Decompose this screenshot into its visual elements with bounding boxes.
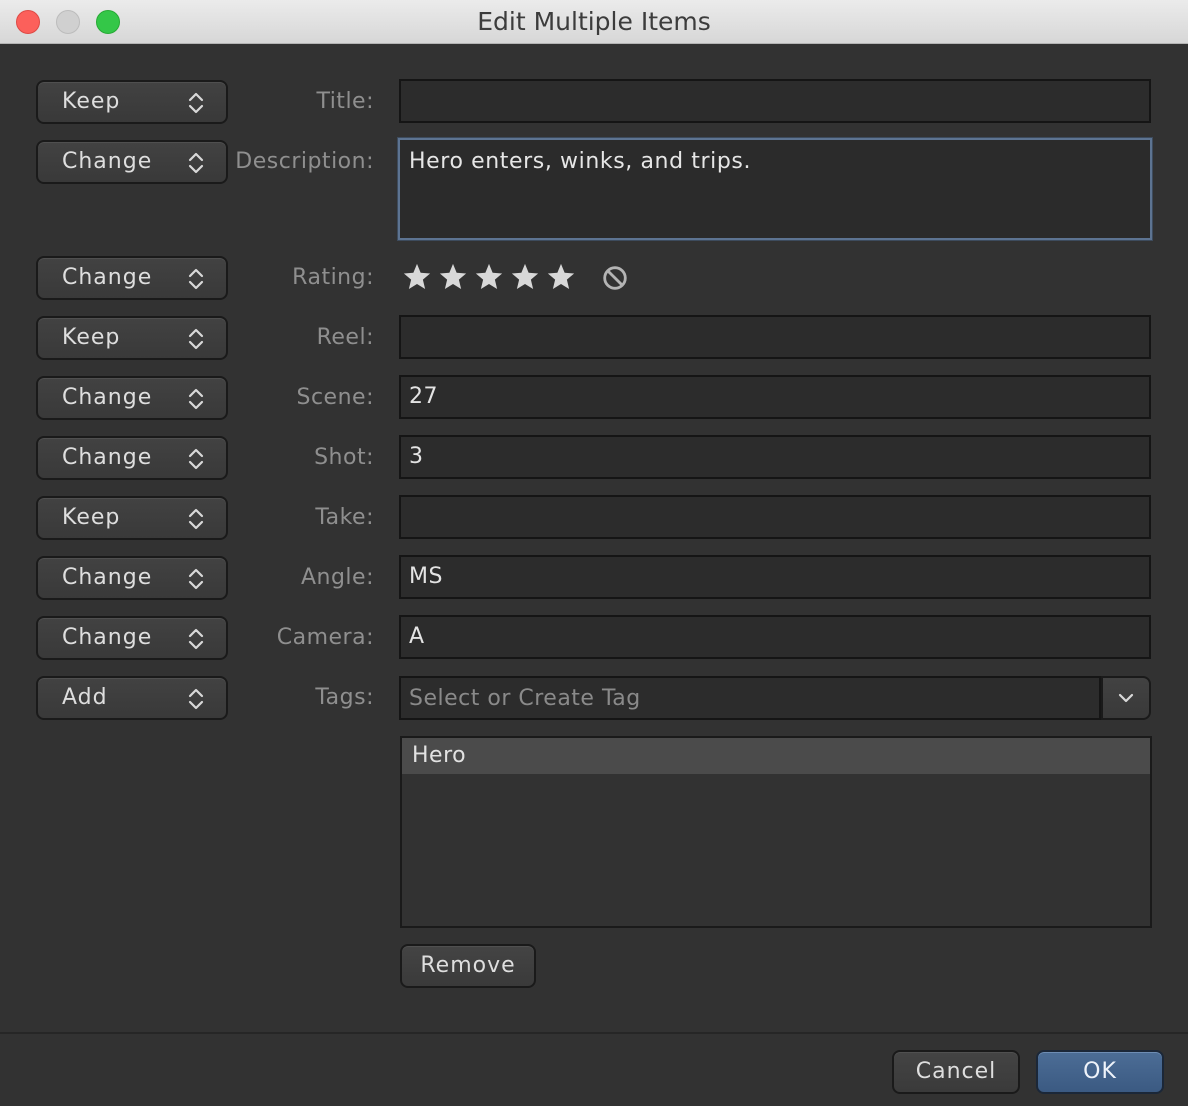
tag-input[interactable] bbox=[401, 678, 1099, 718]
scene-label: Scene: bbox=[296, 385, 374, 410]
take-mode-select[interactable]: Keep bbox=[36, 496, 228, 540]
remove-button[interactable]: Remove bbox=[400, 944, 536, 988]
camera-label: Camera: bbox=[276, 625, 374, 650]
title-bar: Edit Multiple Items bbox=[0, 0, 1188, 44]
star-icon[interactable] bbox=[402, 262, 432, 292]
reel-mode-select[interactable]: Keep bbox=[36, 316, 228, 360]
description-mode-label: Change bbox=[62, 149, 153, 174]
dialog-footer: Cancel OK bbox=[0, 1032, 1188, 1106]
shot-label: Shot: bbox=[314, 445, 374, 470]
cancel-button[interactable]: Cancel bbox=[892, 1050, 1020, 1094]
list-item[interactable]: Hero bbox=[402, 738, 1150, 774]
reel-mode-label: Keep bbox=[62, 325, 121, 350]
angle-mode-select[interactable]: Change bbox=[36, 556, 228, 600]
reel-label: Reel: bbox=[316, 325, 374, 350]
scene-mode-select[interactable]: Change bbox=[36, 376, 228, 420]
shot-field[interactable]: 3 bbox=[399, 435, 1151, 479]
take-label: Take: bbox=[315, 505, 374, 530]
updown-chevron-icon bbox=[188, 92, 204, 114]
shot-value: 3 bbox=[409, 444, 424, 469]
tags-mode-select[interactable]: Add bbox=[36, 676, 228, 720]
title-field[interactable] bbox=[399, 79, 1151, 123]
description-value: Hero enters, winks, and trips. bbox=[409, 149, 752, 174]
star-icon[interactable] bbox=[546, 262, 576, 292]
scene-field[interactable]: 27 bbox=[399, 375, 1151, 419]
angle-mode-label: Change bbox=[62, 565, 153, 590]
angle-field[interactable]: MS bbox=[399, 555, 1151, 599]
updown-chevron-icon bbox=[188, 688, 204, 710]
ok-button[interactable]: OK bbox=[1036, 1050, 1164, 1094]
star-icon[interactable] bbox=[438, 262, 468, 292]
title-mode-label: Keep bbox=[62, 89, 121, 114]
tag-dropdown-button[interactable] bbox=[1101, 676, 1151, 720]
title-mode-select[interactable]: Keep bbox=[36, 80, 228, 124]
camera-value: A bbox=[409, 624, 425, 649]
updown-chevron-icon bbox=[188, 628, 204, 650]
tags-mode-label: Add bbox=[62, 685, 108, 710]
tag-item-label: Hero bbox=[412, 743, 467, 768]
updown-chevron-icon bbox=[188, 388, 204, 410]
description-textarea[interactable]: Hero enters, winks, and trips. bbox=[398, 138, 1152, 240]
star-icon[interactable] bbox=[510, 262, 540, 292]
take-field[interactable] bbox=[399, 495, 1151, 539]
title-label: Title: bbox=[316, 89, 374, 114]
reel-field[interactable] bbox=[399, 315, 1151, 359]
scene-mode-label: Change bbox=[62, 385, 153, 410]
rating-mode-label: Change bbox=[62, 265, 153, 290]
camera-mode-select[interactable]: Change bbox=[36, 616, 228, 660]
dialog-content: Keep Title: Change Description: Hero ent… bbox=[0, 44, 1188, 1032]
tag-combo-box[interactable] bbox=[399, 676, 1101, 720]
updown-chevron-icon bbox=[188, 328, 204, 350]
shot-mode-select[interactable]: Change bbox=[36, 436, 228, 480]
updown-chevron-icon bbox=[188, 268, 204, 290]
updown-chevron-icon bbox=[188, 508, 204, 530]
updown-chevron-icon bbox=[188, 448, 204, 470]
tag-list[interactable]: Hero bbox=[400, 736, 1152, 928]
tags-label: Tags: bbox=[315, 685, 374, 710]
window-title: Edit Multiple Items bbox=[477, 7, 711, 36]
updown-chevron-icon bbox=[188, 568, 204, 590]
scene-value: 27 bbox=[409, 384, 438, 409]
no-rating-icon[interactable] bbox=[602, 265, 628, 291]
angle-value: MS bbox=[409, 564, 443, 589]
star-icon[interactable] bbox=[474, 262, 504, 292]
description-mode-select[interactable]: Change bbox=[36, 140, 228, 184]
updown-chevron-icon bbox=[188, 152, 204, 174]
chevron-down-icon bbox=[1118, 693, 1134, 703]
description-label: Description: bbox=[235, 149, 374, 174]
rating-mode-select[interactable]: Change bbox=[36, 256, 228, 300]
angle-label: Angle: bbox=[300, 565, 374, 590]
camera-field[interactable]: A bbox=[399, 615, 1151, 659]
take-mode-label: Keep bbox=[62, 505, 121, 530]
rating-label: Rating: bbox=[292, 265, 374, 290]
camera-mode-label: Change bbox=[62, 625, 153, 650]
shot-mode-label: Change bbox=[62, 445, 153, 470]
